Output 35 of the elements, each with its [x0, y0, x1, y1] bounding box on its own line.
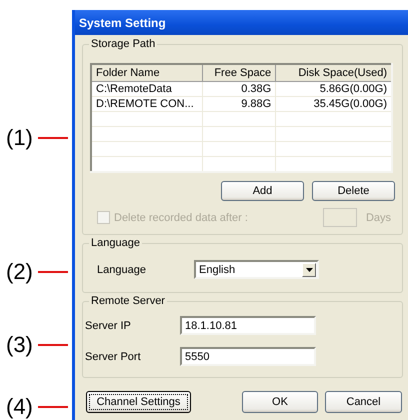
table-cell: D:\REMOTE CON...: [91, 96, 203, 112]
language-dropdown[interactable]: English: [194, 260, 319, 279]
delete-button[interactable]: Delete: [312, 181, 395, 201]
checkbox-label: Delete recorded data after :: [114, 212, 248, 224]
column-header[interactable]: Folder Name: [91, 64, 203, 82]
input-field[interactable]: 18.1.10.81: [180, 316, 316, 335]
column-header[interactable]: Disk Space(Used): [276, 64, 392, 82]
column-header[interactable]: Free Space: [202, 64, 276, 82]
leader-line: [38, 271, 68, 273]
leader-line: [38, 406, 68, 408]
days-label: Days: [366, 212, 391, 224]
window-title: System Setting: [79, 16, 166, 30]
leader-line: [38, 137, 68, 139]
callout-label: (4): [6, 395, 33, 419]
table-cell: C:\RemoteData: [91, 82, 203, 96]
table-cell: 9.88G: [202, 96, 276, 112]
channel-settings-button[interactable]: Channel Settings: [86, 391, 191, 413]
cancel-button[interactable]: Cancel: [325, 391, 402, 413]
callout-label: (2): [6, 260, 33, 284]
table-cell: 5.86G(0.00G): [276, 82, 392, 96]
callout-label: (1): [6, 126, 33, 150]
input-field[interactable]: 5550: [180, 347, 316, 366]
table-cell: 0.38G: [202, 82, 276, 96]
field-label: Server IP: [85, 320, 132, 332]
language-label: Language: [97, 264, 147, 276]
callout-label: (3): [6, 333, 33, 357]
group-title: Language: [89, 236, 142, 250]
table-cell: 35.45G(0.00G): [276, 96, 392, 112]
days-input-field[interactable]: [322, 208, 357, 227]
ok-button[interactable]: OK: [242, 391, 318, 413]
leader-line: [38, 344, 68, 346]
add-button[interactable]: Add: [221, 181, 304, 201]
group-title: Storage Path: [89, 37, 158, 51]
field-label: Server Port: [85, 350, 142, 362]
dropdown-arrow-icon: [306, 268, 312, 272]
